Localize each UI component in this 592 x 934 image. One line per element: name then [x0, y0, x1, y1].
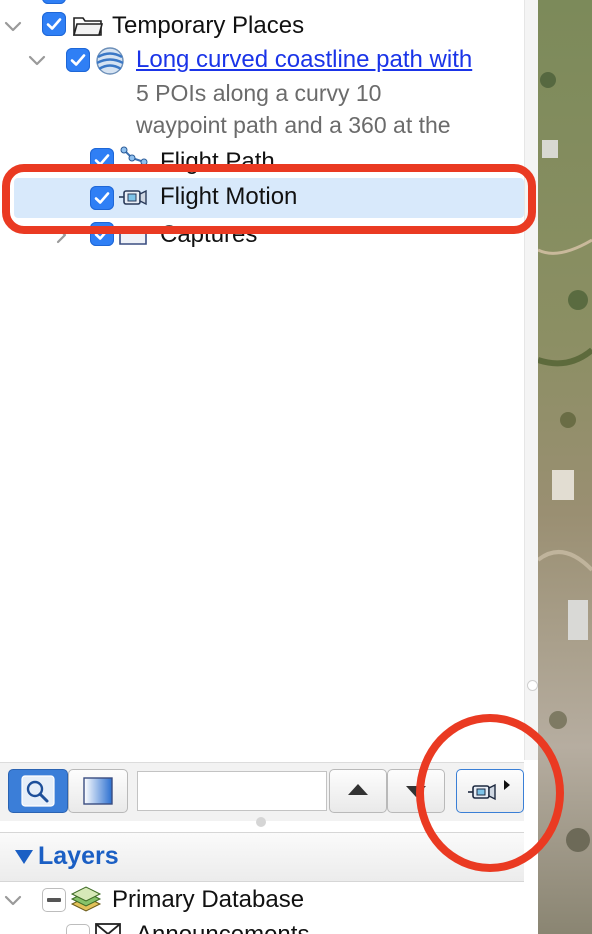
tree-row-flight-path[interactable]: Flight Path [0, 144, 524, 180]
places-toolbar [0, 762, 524, 827]
folder-icon [72, 12, 104, 43]
flight-motion-label: Flight Motion [160, 183, 298, 210]
layers-header[interactable]: Layers [0, 832, 524, 882]
envelope-icon [94, 922, 122, 934]
captures-folder-icon [118, 222, 148, 251]
layer-row-announcements[interactable]: Announcements [0, 918, 524, 934]
splitter-handle[interactable] [256, 817, 266, 827]
path-icon [120, 146, 150, 177]
empty-checkbox[interactable] [66, 924, 90, 934]
left-panel: Temporary Places Long curved coastline p… [0, 0, 524, 934]
checkbox-tour[interactable] [66, 48, 90, 72]
chevron-down-icon[interactable] [2, 16, 24, 38]
places-tree: Temporary Places Long curved coastline p… [0, 0, 524, 760]
magnifier-icon [21, 775, 55, 807]
partial-checkbox[interactable] [42, 888, 66, 912]
tree-row-tour[interactable]: Long curved coastline path with [0, 44, 524, 80]
panel-toggle-button[interactable] [68, 769, 128, 813]
primary-database-label: Primary Database [112, 886, 305, 913]
panel-icon [83, 777, 113, 805]
layer-row-primary-database[interactable]: Primary Database [0, 882, 524, 918]
disclosure-triangle-icon[interactable] [14, 849, 34, 865]
move-up-button[interactable] [329, 769, 387, 813]
announcements-label: Announcements [136, 920, 309, 934]
checkbox-flight-motion[interactable] [90, 186, 114, 210]
chevron-right-icon[interactable] [50, 224, 72, 246]
chevron-down-icon[interactable] [26, 50, 48, 72]
tour-title-link[interactable]: Long curved coastline path with [136, 45, 472, 75]
temporary-places-label: Temporary Places [112, 12, 305, 39]
layers-title: Layers [38, 842, 119, 870]
checkbox[interactable] [42, 0, 66, 4]
tree-row-flight-motion[interactable]: Flight Motion [14, 178, 524, 218]
camera-motion-icon [118, 186, 152, 215]
camera-play-icon [468, 780, 510, 801]
checkbox-captures[interactable] [90, 222, 114, 246]
satellite-map[interactable] [538, 0, 592, 934]
flight-path-label: Flight Path [160, 148, 275, 175]
move-down-button[interactable] [387, 769, 445, 813]
tour-icon [94, 46, 126, 81]
tour-description-line-1: 5 POIs along a curvy 10 [136, 80, 382, 106]
search-mode-button[interactable] [8, 769, 68, 813]
tour-description-line-2: waypoint path and a 360 at the [136, 112, 451, 138]
map-imagery [538, 0, 592, 934]
layers-stack-icon [70, 884, 102, 919]
places-scrollbar[interactable] [524, 0, 539, 760]
tree-row-captures[interactable]: Captures [0, 218, 524, 254]
checkbox-flight-path[interactable] [90, 148, 114, 172]
checkbox-temporary-places[interactable] [42, 12, 66, 36]
scrollbar-knob[interactable] [527, 680, 538, 691]
captures-label: Captures [160, 221, 258, 248]
arrow-up-icon [348, 784, 368, 795]
chevron-down-icon[interactable] [2, 890, 24, 912]
tree-row-temporary-places[interactable]: Temporary Places [0, 8, 524, 44]
arrow-down-icon [406, 786, 426, 797]
play-tour-button[interactable] [456, 769, 524, 813]
search-input[interactable] [137, 771, 327, 811]
